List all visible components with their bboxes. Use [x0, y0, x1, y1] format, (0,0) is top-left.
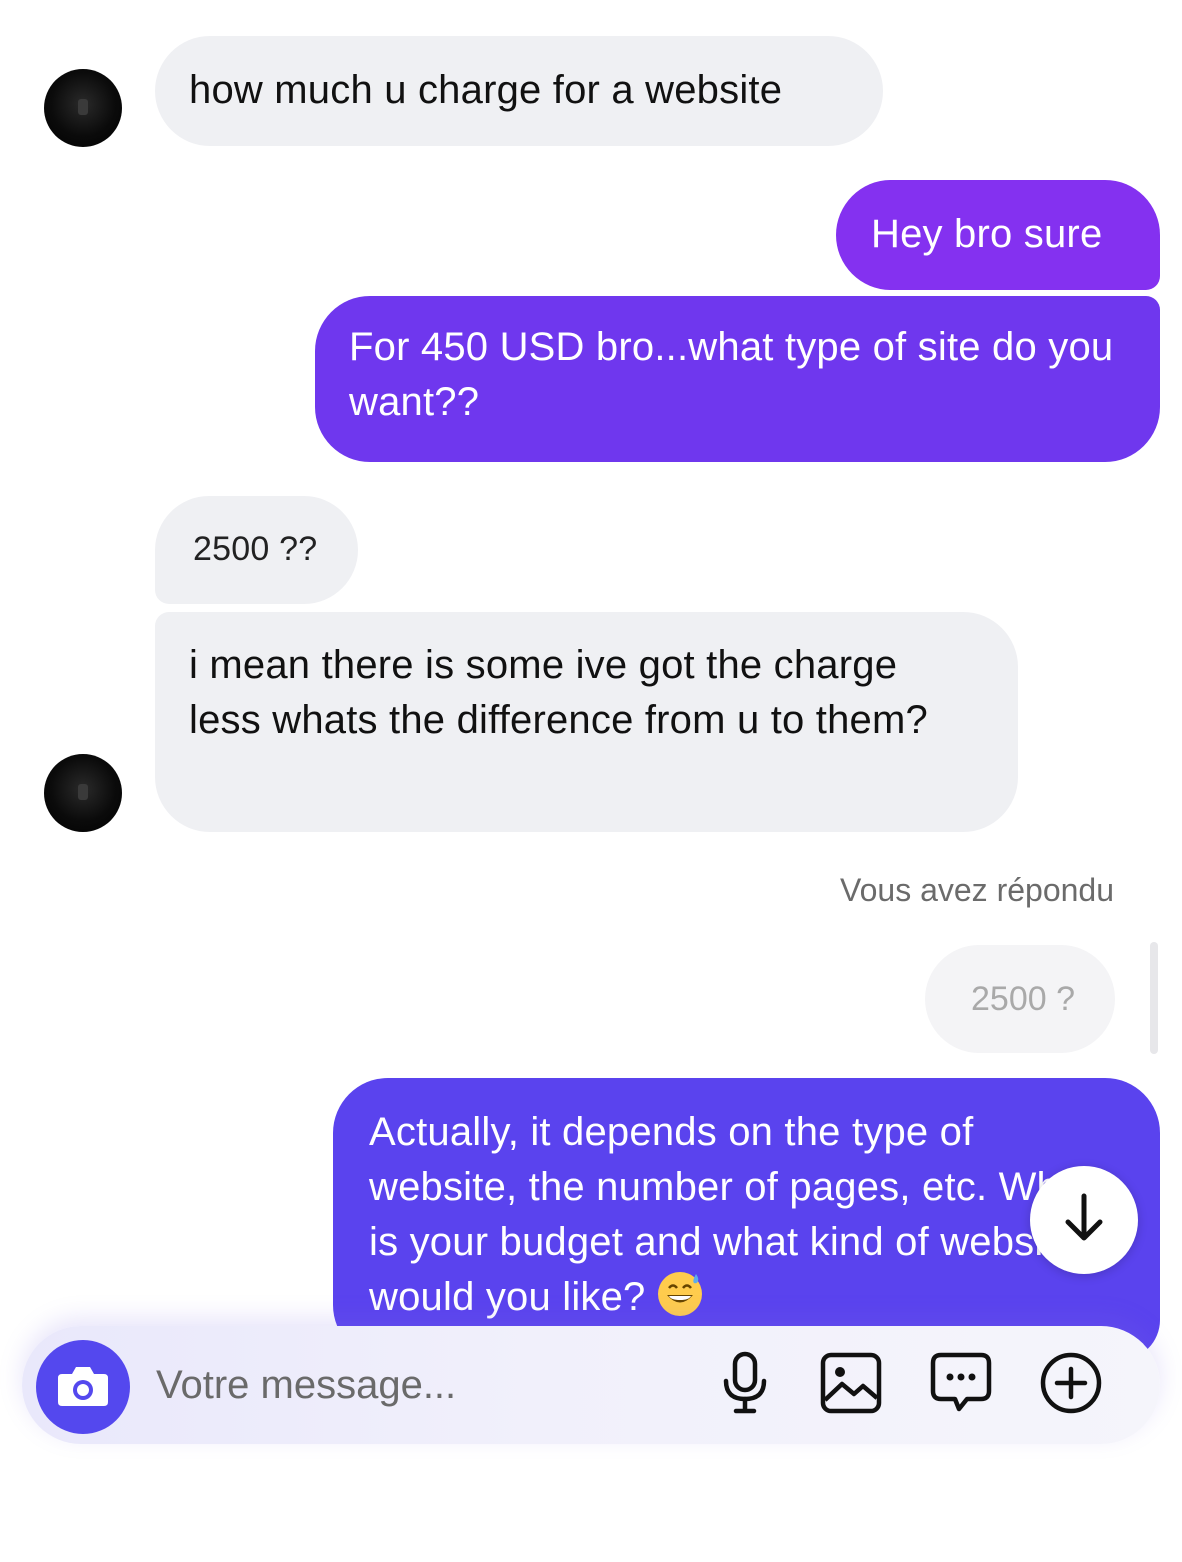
- message-text: For 450 USD bro...what type of site do y…: [349, 325, 1114, 424]
- image-icon: [820, 1352, 882, 1419]
- sticker-button[interactable]: [926, 1350, 996, 1420]
- microphone-icon: [720, 1351, 770, 1420]
- arrow-down-icon: [1061, 1192, 1107, 1249]
- message-text: Hey bro sure: [871, 212, 1103, 256]
- scroll-to-bottom-button[interactable]: [1030, 1166, 1138, 1274]
- message-text: Actually, it depends on the type of webs…: [369, 1110, 1093, 1319]
- voice-message-button[interactable]: [710, 1350, 780, 1420]
- message-composer: [22, 1326, 1160, 1444]
- contact-avatar[interactable]: [44, 69, 122, 147]
- reply-label: Vous avez répondu: [840, 872, 1114, 908]
- gallery-button[interactable]: [816, 1350, 886, 1420]
- message-bubble-incoming[interactable]: 2500 ??: [155, 496, 358, 604]
- grinning-face-with-sweat-icon: [656, 1270, 704, 1318]
- quoted-message[interactable]: 2500 ?: [925, 945, 1115, 1053]
- message-bubble-incoming[interactable]: how much u charge for a website: [155, 36, 883, 146]
- message-text: how much u charge for a website: [189, 68, 783, 112]
- more-options-button[interactable]: [1036, 1350, 1106, 1420]
- camera-icon: [56, 1362, 110, 1413]
- message-text: i mean there is some ive got the charge …: [189, 643, 928, 742]
- message-bubble-outgoing[interactable]: Hey bro sure: [836, 180, 1160, 290]
- reply-indicator-bar: [1150, 942, 1158, 1054]
- message-bubble-incoming[interactable]: i mean there is some ive got the charge …: [155, 612, 1018, 832]
- chat-bubble-dots-icon: [929, 1351, 993, 1420]
- camera-button[interactable]: [36, 1340, 130, 1434]
- plus-circle-icon: [1039, 1351, 1103, 1420]
- message-text: 2500 ??: [193, 530, 318, 568]
- message-bubble-outgoing[interactable]: For 450 USD bro...what type of site do y…: [315, 296, 1160, 462]
- contact-avatar[interactable]: [44, 754, 122, 832]
- message-input[interactable]: [154, 1356, 698, 1414]
